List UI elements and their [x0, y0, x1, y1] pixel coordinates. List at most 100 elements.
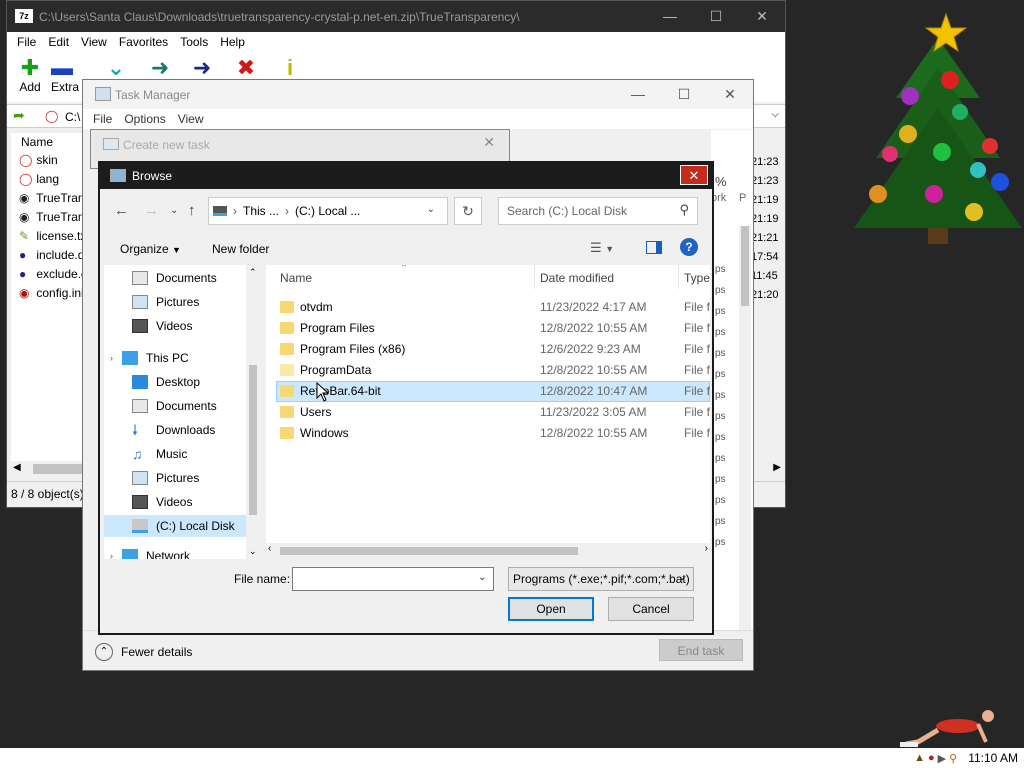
menu-file[interactable]: File: [11, 32, 42, 52]
nav-item-videos-quick[interactable]: Videos📌: [132, 315, 260, 337]
menu-view[interactable]: View: [75, 32, 113, 52]
scroll-thumb[interactable]: [249, 365, 257, 515]
list-item[interactable]: ● include.d: [11, 246, 93, 265]
chevron-down-icon[interactable]: ⌄: [678, 572, 686, 583]
file-name-dropdown-icon[interactable]: ⌄: [478, 572, 486, 583]
list-item[interactable]: ◉ TrueTrans: [11, 208, 93, 227]
scroll-left-icon[interactable]: ‹: [268, 543, 271, 554]
list-item[interactable]: ✎ license.txt: [11, 227, 93, 246]
column-separator[interactable]: [534, 265, 535, 289]
task-manager-vertical-scrollbar[interactable]: [739, 226, 751, 636]
nav-item-documents-quick[interactable]: Documents📌: [132, 267, 260, 289]
menu-edit[interactable]: Edit: [42, 32, 75, 52]
scroll-right-icon[interactable]: ▶: [773, 462, 781, 473]
nav-item-music[interactable]: ♫ Music: [132, 443, 260, 465]
column-type-header[interactable]: Type: [684, 271, 710, 285]
browse-titlebar[interactable]: Browse ✕: [100, 163, 712, 189]
help-icon[interactable]: ?: [680, 238, 698, 256]
address-dropdown-icon[interactable]: ⌵: [771, 109, 779, 120]
cancel-button[interactable]: Cancel: [608, 597, 694, 621]
maximize-icon[interactable]: ☐: [693, 1, 739, 32]
copy-button[interactable]: ➜: [147, 56, 173, 80]
scroll-thumb[interactable]: [280, 547, 578, 555]
nav-item-pictures-quick[interactable]: Pictures📌: [132, 291, 260, 313]
preview-pane-icon[interactable]: [646, 241, 662, 254]
refresh-button[interactable]: ↻: [454, 197, 482, 225]
up-arrow-icon[interactable]: ↑: [188, 202, 196, 219]
column-name-header[interactable]: Name: [280, 271, 312, 285]
chevron-down-icon[interactable]: ⌄: [427, 204, 435, 215]
test-button[interactable]: ⌄: [103, 56, 129, 80]
table-row[interactable]: otvdm 11/23/2022 4:17 AM File fo: [276, 297, 710, 318]
delete-button[interactable]: ✖: [233, 56, 259, 80]
7zip-titlebar[interactable]: 7z C:\Users\Santa Claus\Downloads\truetr…: [7, 1, 785, 32]
tm-menu-file[interactable]: File: [87, 109, 118, 129]
close-icon[interactable]: ✕: [739, 1, 785, 32]
tree-tray-icon[interactable]: ▲: [914, 752, 925, 764]
forward-arrow-icon[interactable]: →: [144, 202, 159, 219]
file-name-input[interactable]: [292, 567, 494, 591]
nav-item-network[interactable]: › Network: [110, 545, 250, 559]
search-tray-icon[interactable]: ⚲: [949, 752, 957, 765]
scroll-right-icon[interactable]: ›: [705, 543, 708, 554]
minimize-icon[interactable]: —: [615, 80, 661, 109]
table-row[interactable]: Windows 12/8/2022 10:55 AM File fo: [276, 423, 710, 444]
back-arrow-icon[interactable]: ←: [114, 202, 129, 219]
list-item[interactable]: ◉ TrueTrans: [11, 189, 93, 208]
nav-item-desktop[interactable]: Desktop: [132, 371, 260, 393]
add-button[interactable]: ✚ Add: [15, 56, 45, 95]
new-folder-button[interactable]: New folder: [212, 242, 269, 256]
folder-up-icon[interactable]: ➦: [13, 107, 25, 124]
extract-button[interactable]: ▬ Extra: [51, 56, 85, 95]
list-item[interactable]: ◯ lang: [11, 170, 93, 189]
ornament-tray-icon[interactable]: ●: [928, 752, 935, 764]
open-button[interactable]: Open: [508, 597, 594, 621]
info-button[interactable]: i: [277, 56, 303, 80]
close-icon[interactable]: ✕: [680, 165, 708, 185]
menu-help[interactable]: Help: [214, 32, 251, 52]
tm-menu-view[interactable]: View: [172, 109, 210, 129]
menu-favorites[interactable]: Favorites: [113, 32, 174, 52]
list-item[interactable]: ◯ skin: [11, 151, 93, 170]
end-task-button[interactable]: End task: [659, 639, 743, 661]
maximize-icon[interactable]: ☐: [661, 80, 707, 109]
fewer-details-button[interactable]: ⌃ Fewer details: [95, 643, 192, 661]
column-separator[interactable]: [678, 265, 679, 289]
path-breadcrumb[interactable]: › This ... › (C:) Local ... ⌄: [208, 197, 448, 225]
taskbar-clock[interactable]: 11:10 AM: [968, 751, 1018, 765]
menu-tools[interactable]: Tools: [174, 32, 214, 52]
breadcrumb-local-disk[interactable]: (C:) Local ...: [295, 204, 360, 218]
organize-button[interactable]: Organize ▼: [120, 242, 181, 256]
speaker-tray-icon[interactable]: ▶: [938, 752, 946, 765]
scroll-thumb[interactable]: [741, 226, 749, 306]
breadcrumb-this-pc[interactable]: This ...: [243, 204, 279, 218]
navigation-pane-scrollbar[interactable]: ⌃ ⌄: [246, 265, 260, 559]
nav-item-local-disk[interactable]: (C:) Local Disk: [104, 515, 248, 537]
scroll-down-icon[interactable]: ⌄: [249, 546, 257, 557]
close-icon[interactable]: ✕: [707, 80, 753, 109]
nav-item-documents[interactable]: Documents: [132, 395, 260, 417]
tm-menu-options[interactable]: Options: [118, 109, 171, 129]
table-row[interactable]: Users 11/23/2022 3:05 AM File fo: [276, 402, 710, 423]
file-type-select[interactable]: Programs (*.exe;*.pif;*.com;*.bat): [508, 567, 694, 591]
list-item[interactable]: ● exclude.d: [11, 265, 93, 284]
list-item[interactable]: ◉ config.ini: [11, 284, 93, 303]
expand-chevron-icon[interactable]: ›: [110, 551, 122, 559]
table-row[interactable]: ProgramData 12/8/2022 10:55 AM File fo: [276, 360, 710, 381]
table-row[interactable]: Program Files (x86) 12/6/2022 9:23 AM File…: [276, 339, 710, 360]
file-list-horizontal-scrollbar[interactable]: ‹ ›: [266, 543, 710, 559]
nav-item-downloads[interactable]: 🠗 Downloads: [132, 419, 260, 441]
task-manager-titlebar[interactable]: Task Manager — ☐ ✕: [83, 80, 753, 109]
expand-chevron-icon[interactable]: ›: [110, 353, 122, 363]
close-icon[interactable]: ✕: [483, 134, 495, 151]
minimize-icon[interactable]: —: [647, 1, 693, 32]
recent-chevron-icon[interactable]: ⌄: [170, 205, 178, 216]
column-name-header[interactable]: Name: [11, 133, 93, 151]
nav-item-this-pc[interactable]: › This PC: [110, 347, 258, 369]
column-date-header[interactable]: Date modified: [540, 271, 614, 285]
move-button[interactable]: ➜: [189, 56, 215, 80]
nav-item-videos[interactable]: Videos: [132, 491, 260, 513]
view-options-button[interactable]: ☰ ▼: [590, 240, 614, 256]
scroll-left-icon[interactable]: ◀: [13, 462, 21, 473]
table-row[interactable]: Program Files 12/8/2022 10:55 AM File fo: [276, 318, 710, 339]
